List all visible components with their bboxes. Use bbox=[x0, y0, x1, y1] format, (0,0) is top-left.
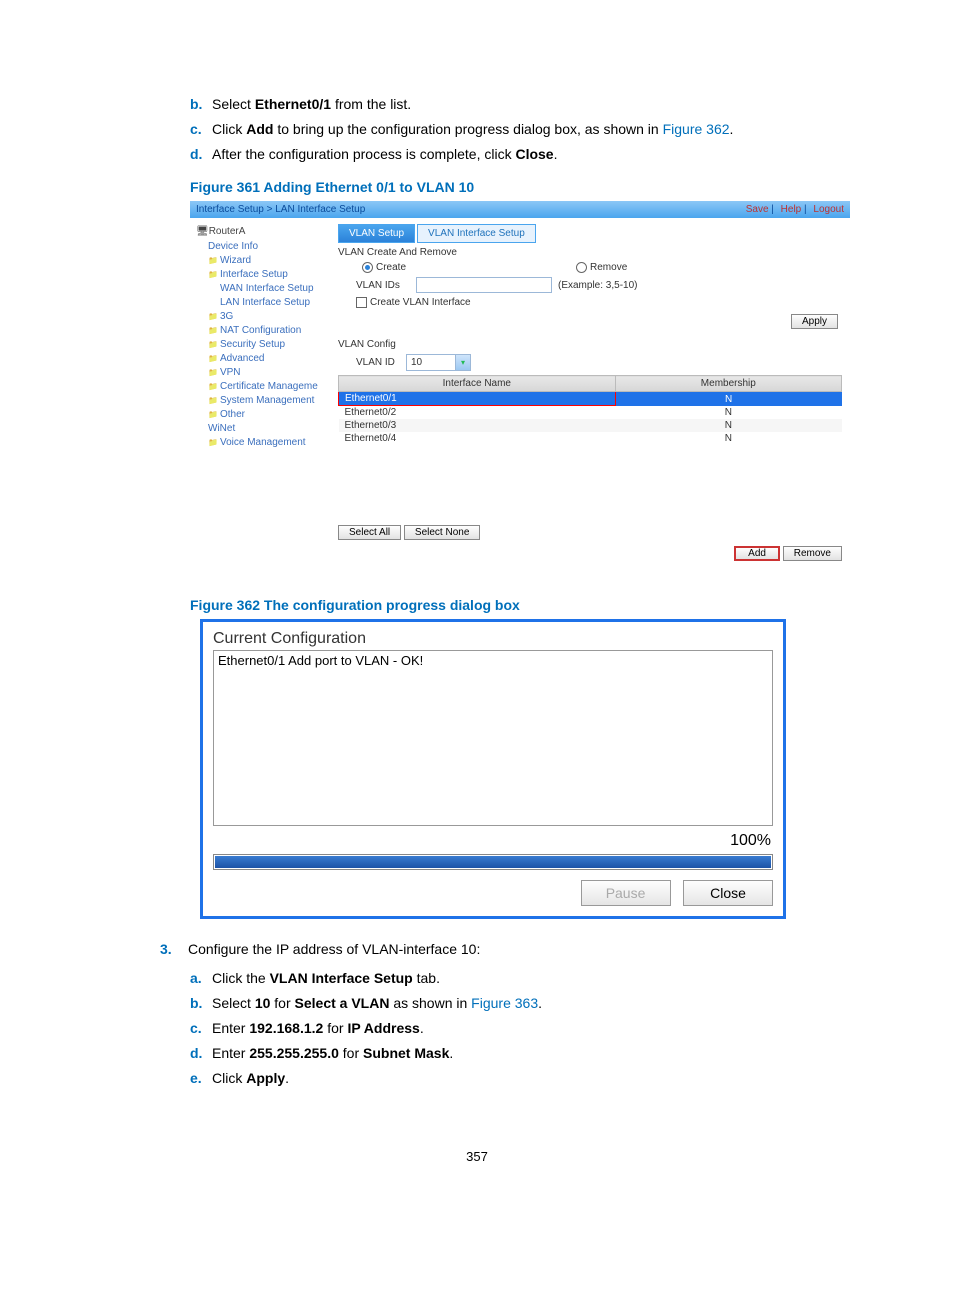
nav-host: 🖥RouterA bbox=[196, 226, 332, 237]
pause-button[interactable]: Pause bbox=[581, 880, 671, 906]
substep: b.Select Ethernet0/1 from the list. bbox=[190, 94, 854, 115]
substep: b.Select 10 for Select a VLAN as shown i… bbox=[190, 993, 854, 1014]
nav-item[interactable]: VPN bbox=[208, 367, 332, 378]
tab-vlan-setup[interactable]: VLAN Setup bbox=[338, 224, 415, 243]
nav-item[interactable]: Voice Management bbox=[208, 437, 332, 448]
vlanids-input[interactable] bbox=[416, 277, 552, 293]
select-all-button[interactable]: Select All bbox=[338, 525, 401, 540]
substeps-bottom: a.Click the VLAN Interface Setup tab. b.S… bbox=[100, 968, 854, 1089]
breadcrumb-bar: Interface Setup > LAN Interface Setup Sa… bbox=[190, 201, 850, 218]
create-vlan-interface-checkbox[interactable]: Create VLAN Interface bbox=[356, 297, 471, 308]
figure-362: Current Configuration Ethernet0/1 Add po… bbox=[200, 619, 786, 919]
table-row[interactable]: Ethernet0/2N bbox=[339, 406, 842, 420]
nav-item[interactable]: NAT Configuration bbox=[208, 325, 332, 336]
remove-button[interactable]: Remove bbox=[783, 546, 842, 561]
figure-361-caption: Figure 361 Adding Ethernet 0/1 to VLAN 1… bbox=[190, 179, 854, 195]
nav-item[interactable]: Advanced bbox=[208, 353, 332, 364]
nav-item[interactable]: System Management bbox=[208, 395, 332, 406]
tab-vlan-interface-setup[interactable]: VLAN Interface Setup bbox=[417, 224, 536, 243]
col-membership: Membership bbox=[615, 376, 841, 392]
vlanids-example: (Example: 3,5-10) bbox=[558, 280, 637, 291]
figure-361: Interface Setup > LAN Interface Setup Sa… bbox=[190, 201, 850, 569]
nav-item[interactable]: Security Setup bbox=[208, 339, 332, 350]
vlanid-select[interactable]: 10 ▾ bbox=[406, 354, 471, 371]
tabs: VLAN Setup VLAN Interface Setup bbox=[338, 224, 842, 243]
page-number: 357 bbox=[100, 1149, 854, 1164]
step-3: 3. Configure the IP address of VLAN-inte… bbox=[160, 939, 854, 960]
main-panel: VLAN Setup VLAN Interface Setup VLAN Cre… bbox=[334, 218, 850, 569]
breadcrumb: Interface Setup > LAN Interface Setup bbox=[196, 204, 365, 215]
substep: d.After the configuration process is com… bbox=[190, 144, 854, 165]
save-link[interactable]: Save bbox=[746, 204, 769, 215]
substeps-top: b.Select Ethernet0/1 from the list. c.Cli… bbox=[100, 94, 854, 165]
substep: c.Click Add to bring up the configuratio… bbox=[190, 119, 854, 140]
nav-item[interactable]: LAN Interface Setup bbox=[220, 297, 332, 308]
table-row[interactable]: Ethernet0/4N bbox=[339, 432, 842, 445]
help-link[interactable]: Help bbox=[781, 204, 802, 215]
progress-bar bbox=[213, 854, 773, 870]
apply-button[interactable]: Apply bbox=[791, 314, 838, 329]
section-vlan-config: VLAN Config bbox=[338, 339, 842, 350]
substep: e.Click Apply. bbox=[190, 1068, 854, 1089]
top-links: Save | Help | Logout bbox=[742, 204, 844, 215]
page: b.Select Ethernet0/1 from the list. c.Cli… bbox=[0, 0, 954, 1204]
dialog-log: Ethernet0/1 Add port to VLAN - OK! bbox=[213, 650, 773, 826]
chevron-down-icon: ▾ bbox=[455, 355, 470, 370]
substep: d.Enter 255.255.255.0 for Subnet Mask. bbox=[190, 1043, 854, 1064]
nav-item[interactable]: WAN Interface Setup bbox=[220, 283, 332, 294]
nav-item[interactable]: WiNet bbox=[208, 423, 332, 434]
logout-link[interactable]: Logout bbox=[813, 204, 844, 215]
nav-item[interactable]: Wizard bbox=[208, 255, 332, 266]
substep: c.Enter 192.168.1.2 for IP Address. bbox=[190, 1018, 854, 1039]
section-create-remove: VLAN Create And Remove bbox=[338, 247, 842, 258]
progress-percent: 100% bbox=[213, 832, 771, 850]
nav-tree: 🖥RouterA Device Info Wizard Interface Setu… bbox=[190, 218, 334, 569]
radio-remove[interactable]: Remove bbox=[576, 262, 627, 273]
nav-item[interactable]: Other bbox=[208, 409, 332, 420]
col-interface-name: Interface Name bbox=[339, 376, 616, 392]
dialog-title: Current Configuration bbox=[213, 630, 773, 648]
radio-create[interactable]: Create bbox=[362, 262, 406, 273]
nav-item[interactable]: Interface Setup bbox=[208, 269, 332, 280]
vlanids-label: VLAN IDs bbox=[356, 280, 416, 291]
figure-362-caption: Figure 362 The configuration progress di… bbox=[190, 597, 854, 613]
add-button[interactable]: Add bbox=[734, 546, 780, 561]
nav-item[interactable]: 3G bbox=[208, 311, 332, 322]
table-row[interactable]: Ethernet0/1N bbox=[339, 392, 842, 406]
substep: a.Click the VLAN Interface Setup tab. bbox=[190, 968, 854, 989]
interface-table: Interface Name Membership Ethernet0/1NEt… bbox=[338, 375, 842, 445]
vlanid-label: VLAN ID bbox=[356, 357, 406, 368]
table-row[interactable]: Ethernet0/3N bbox=[339, 419, 842, 432]
nav-item[interactable]: Device Info bbox=[208, 241, 332, 252]
close-button[interactable]: Close bbox=[683, 880, 773, 906]
select-none-button[interactable]: Select None bbox=[404, 525, 480, 540]
nav-item[interactable]: Certificate Manageme bbox=[208, 381, 332, 392]
